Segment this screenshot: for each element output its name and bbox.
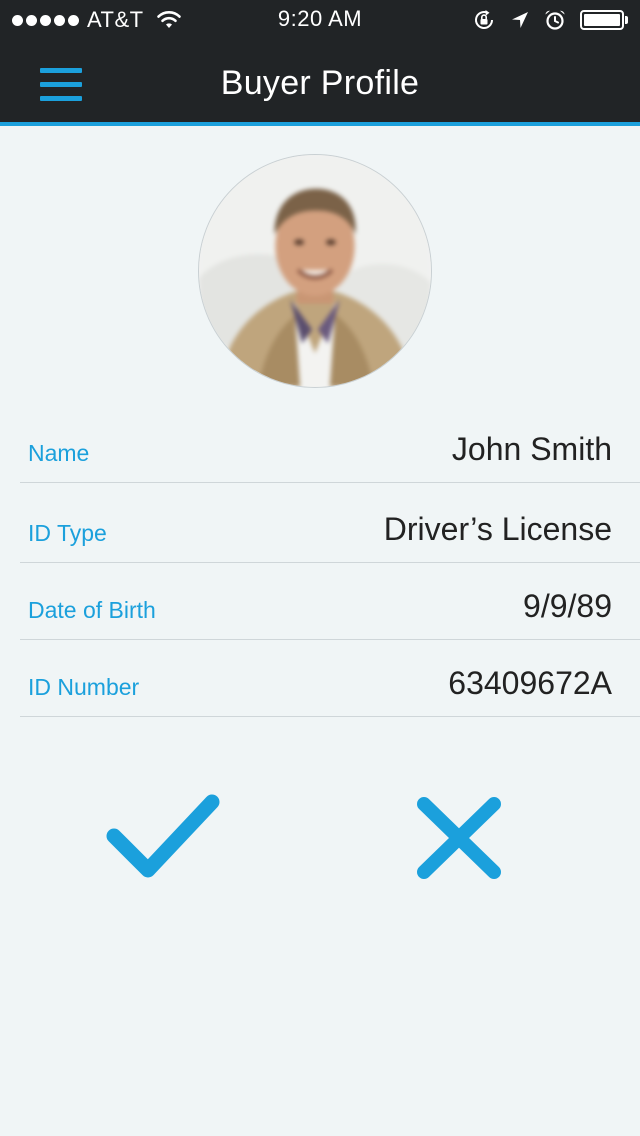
avatar xyxy=(198,154,432,388)
id-type-value: Driver’s License xyxy=(383,511,612,547)
cancel-button[interactable] xyxy=(414,794,504,882)
field-row-id-type: ID Type Driver’s License xyxy=(20,483,640,563)
nav-bar: Buyer Profile xyxy=(0,40,640,126)
buyer-profile-screen: AT&T 9:20 AM Buyer Profile Name John Smi… xyxy=(0,0,640,1136)
date-of-birth-value: 9/9/89 xyxy=(523,588,612,624)
rotation-lock-icon xyxy=(475,10,493,29)
date-of-birth-label: Date of Birth xyxy=(28,597,156,623)
id-number-label: ID Number xyxy=(28,674,140,700)
confirm-button[interactable] xyxy=(104,792,222,884)
id-type-label: ID Type xyxy=(28,520,107,546)
battery-icon xyxy=(580,9,628,31)
field-row-name: Name John Smith xyxy=(20,414,640,483)
field-row-id-number: ID Number 63409672A xyxy=(20,640,640,717)
profile-fields: Name John Smith ID Type Driver’s License… xyxy=(20,414,640,717)
field-row-date-of-birth: Date of Birth 9/9/89 xyxy=(20,563,640,640)
location-arrow-icon xyxy=(512,12,528,28)
status-right xyxy=(472,8,628,32)
alarm-clock-icon xyxy=(545,10,565,30)
name-label: Name xyxy=(28,440,90,466)
status-bar: AT&T 9:20 AM xyxy=(0,0,640,40)
checkmark-icon xyxy=(106,794,220,878)
name-value: John Smith xyxy=(451,431,612,467)
id-number-value: 63409672A xyxy=(448,665,612,701)
close-icon xyxy=(417,797,501,879)
page-title: Buyer Profile xyxy=(220,64,420,102)
